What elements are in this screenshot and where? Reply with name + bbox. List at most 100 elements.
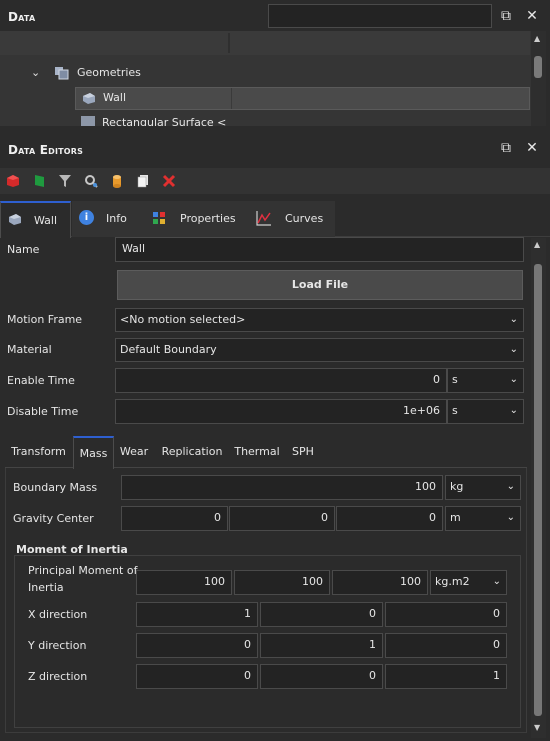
chevron-down-icon: ⌄ bbox=[509, 374, 518, 385]
properties-icon bbox=[152, 211, 166, 225]
tab-info-label: Info bbox=[106, 212, 127, 225]
tab-properties[interactable]: Properties bbox=[142, 201, 245, 237]
principal-moment-1[interactable]: 100 bbox=[136, 570, 232, 595]
gravity-center-y[interactable]: 0 bbox=[229, 506, 335, 531]
editors-toolbar bbox=[0, 168, 550, 194]
boundary-mass-label: Boundary Mass bbox=[13, 481, 98, 494]
gravity-center-x[interactable]: 0 bbox=[121, 506, 228, 531]
z-direction-1[interactable]: 0 bbox=[136, 664, 258, 689]
tab-wall[interactable]: Wall bbox=[0, 201, 71, 238]
boundary-mass-unit-select[interactable]: kg ⌄ bbox=[445, 475, 521, 500]
y-direction-1[interactable]: 0 bbox=[136, 633, 258, 658]
motion-frame-value: <No motion selected> bbox=[120, 313, 246, 326]
data-panel-title: Data bbox=[8, 10, 36, 24]
subtab-mass[interactable]: Mass bbox=[73, 436, 114, 469]
tree-header bbox=[0, 31, 530, 55]
tree-item-wall: Wall bbox=[103, 91, 127, 104]
principal-moment-2[interactable]: 100 bbox=[234, 570, 330, 595]
gravity-center-label: Gravity Center bbox=[13, 512, 94, 525]
disable-time-label: Disable Time bbox=[7, 405, 79, 418]
y-direction-label: Y direction bbox=[28, 639, 87, 652]
subtab-wear[interactable]: Wear bbox=[116, 437, 152, 468]
principal-moment-label-line1: Principal Moment of bbox=[28, 564, 138, 577]
y-direction-2[interactable]: 1 bbox=[260, 633, 383, 658]
material-value: Default Boundary bbox=[120, 343, 217, 356]
close-icon[interactable]: ✕ bbox=[524, 140, 540, 156]
boundary-mass-unit: kg bbox=[450, 480, 464, 493]
tab-curves[interactable]: Curves bbox=[245, 201, 335, 237]
x-direction-1[interactable]: 1 bbox=[136, 602, 258, 627]
tab-properties-label: Properties bbox=[180, 212, 236, 225]
chevron-down-icon: ⌄ bbox=[509, 314, 518, 325]
moi-group: Principal Moment of Inertia 100 100 100 … bbox=[14, 555, 521, 728]
green-flag-icon[interactable] bbox=[33, 174, 47, 188]
tree-item-wall-row[interactable] bbox=[75, 87, 530, 110]
enable-time-field[interactable]: 0 bbox=[115, 368, 447, 393]
delete-x-icon[interactable] bbox=[162, 174, 176, 188]
tab-curves-label: Curves bbox=[285, 212, 324, 225]
gravity-center-unit-select[interactable]: m ⌄ bbox=[445, 506, 521, 531]
data-panel: Data ⧉ ✕ ⌄ Geometries Wall Rectangular S… bbox=[0, 0, 550, 126]
name-field[interactable]: Wall bbox=[115, 237, 524, 262]
red-cube-icon[interactable] bbox=[6, 174, 20, 188]
data-search-input[interactable] bbox=[268, 4, 492, 28]
principal-moment-label-line2: Inertia bbox=[28, 581, 64, 594]
tree-expand-chevron-icon[interactable]: ⌄ bbox=[31, 66, 40, 79]
y-direction-3[interactable]: 0 bbox=[385, 633, 507, 658]
name-label: Name bbox=[7, 243, 40, 256]
subtab-thermal[interactable]: Thermal bbox=[231, 437, 283, 468]
tab-wall-label: Wall bbox=[34, 214, 58, 227]
x-direction-label: X direction bbox=[28, 608, 88, 621]
subtab-sph[interactable]: SPH bbox=[288, 437, 318, 468]
wall-icon bbox=[81, 91, 97, 105]
gravity-center-unit: m bbox=[450, 511, 461, 524]
geometries-icon bbox=[54, 66, 70, 80]
enable-time-unit: s bbox=[452, 373, 458, 386]
sub-tab-bar: Transform Mass Wear Replication Thermal … bbox=[5, 436, 527, 469]
disable-time-field[interactable]: 1e+06 bbox=[115, 399, 447, 424]
editors-panel-title: Data Editors bbox=[8, 143, 84, 157]
tree-item-geometries[interactable]: Geometries bbox=[77, 66, 141, 79]
mass-tab-content: Boundary Mass 100 kg ⌄ Gravity Center 0 … bbox=[5, 468, 527, 733]
info-icon: i bbox=[79, 210, 94, 225]
subtab-transform[interactable]: Transform bbox=[5, 437, 72, 468]
principal-moment-3[interactable]: 100 bbox=[332, 570, 428, 595]
data-tree: ⌄ Geometries Wall Rectangular Surface < bbox=[0, 31, 546, 126]
load-file-button[interactable]: Load File bbox=[117, 270, 523, 300]
float-icon[interactable]: ⧉ bbox=[498, 8, 514, 24]
enable-time-unit-select[interactable]: s ⌄ bbox=[447, 368, 524, 393]
material-label: Material bbox=[7, 343, 52, 356]
tree-item-rect-surface[interactable]: Rectangular Surface < bbox=[102, 116, 226, 126]
wall-icon bbox=[7, 212, 23, 226]
subtab-replication[interactable]: Replication bbox=[157, 437, 227, 468]
chevron-down-icon: ⌄ bbox=[509, 344, 518, 355]
tree-scrollbar[interactable]: ▲ bbox=[531, 31, 546, 126]
cylinder-icon[interactable] bbox=[110, 174, 124, 188]
z-direction-label: Z direction bbox=[28, 670, 88, 683]
copy-icon[interactable] bbox=[136, 174, 150, 188]
z-direction-2[interactable]: 0 bbox=[260, 664, 383, 689]
z-direction-3[interactable]: 1 bbox=[385, 664, 507, 689]
chevron-down-icon: ⌄ bbox=[506, 481, 515, 492]
close-icon[interactable]: ✕ bbox=[524, 8, 540, 24]
motion-frame-select[interactable]: <No motion selected> ⌄ bbox=[115, 308, 524, 332]
tab-info[interactable]: i Info bbox=[72, 201, 142, 237]
motion-frame-label: Motion Frame bbox=[7, 313, 83, 326]
disable-time-unit-select[interactable]: s ⌄ bbox=[447, 399, 524, 424]
editors-scrollbar[interactable]: ▲ ▼ bbox=[531, 238, 546, 738]
boundary-mass-field[interactable]: 100 bbox=[121, 475, 443, 500]
chevron-down-icon: ⌄ bbox=[509, 405, 518, 416]
main-tab-bar: Wall i Info Properties Curves bbox=[0, 201, 550, 238]
filter-icon[interactable] bbox=[58, 174, 72, 188]
editors-panel: Data Editors ⧉ ✕ Wall i Info Properties … bbox=[0, 128, 550, 741]
x-direction-3[interactable]: 0 bbox=[385, 602, 507, 627]
gravity-center-z[interactable]: 0 bbox=[336, 506, 443, 531]
rect-surface-icon bbox=[81, 116, 95, 126]
material-select[interactable]: Default Boundary ⌄ bbox=[115, 338, 524, 362]
principal-moment-unit-select[interactable]: kg.m2 ⌄ bbox=[430, 570, 507, 595]
enable-time-label: Enable Time bbox=[7, 374, 75, 387]
chevron-down-icon: ⌄ bbox=[492, 576, 501, 587]
search-settings-icon[interactable] bbox=[84, 174, 98, 188]
float-icon[interactable]: ⧉ bbox=[498, 140, 514, 156]
x-direction-2[interactable]: 0 bbox=[260, 602, 383, 627]
